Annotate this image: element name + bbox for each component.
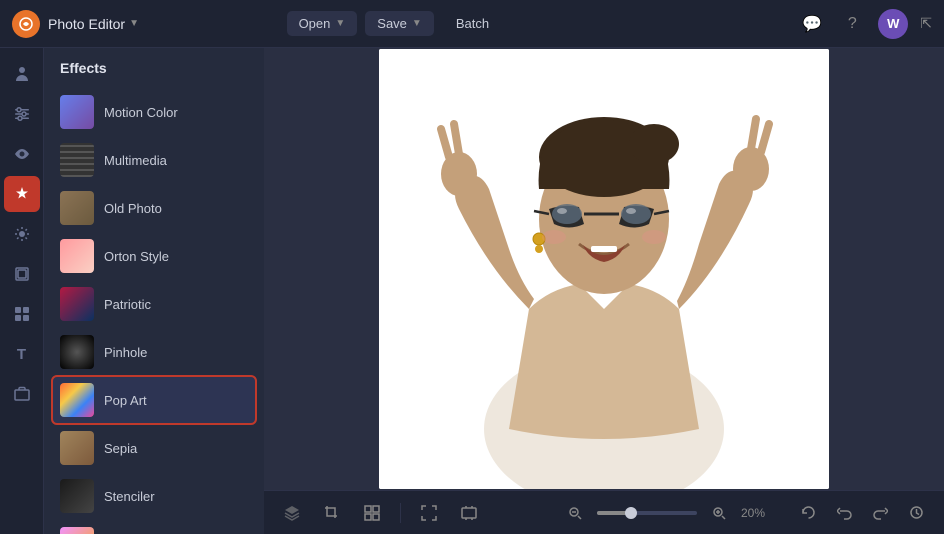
- effect-item-old-photo[interactable]: Old Photo: [52, 184, 256, 232]
- effect-item-sepia[interactable]: Sepia: [52, 424, 256, 472]
- effect-thumb-summer: [60, 527, 94, 534]
- sidebar-person-btn[interactable]: [4, 56, 40, 92]
- zoom-in-btn[interactable]: [703, 497, 735, 529]
- sidebar-eye-btn[interactable]: [4, 136, 40, 172]
- effect-item-pinhole[interactable]: Pinhole: [52, 328, 256, 376]
- effect-item-pop-art[interactable]: Pop Art: [52, 376, 256, 424]
- effect-item-patriotic[interactable]: Patriotic: [52, 280, 256, 328]
- effect-thumb-pop-art: [60, 383, 94, 417]
- effect-thumb-pinhole: [60, 335, 94, 369]
- app-logo: [12, 10, 40, 38]
- effect-thumb-old-photo: [60, 191, 94, 225]
- save-chevron: ▼: [412, 18, 422, 29]
- effect-item-stenciler[interactable]: Stenciler: [52, 472, 256, 520]
- effect-item-summer[interactable]: Summer: [52, 520, 256, 534]
- redo-btn[interactable]: [864, 497, 896, 529]
- canvas-content: [264, 48, 944, 490]
- effect-item-multimedia[interactable]: Multimedia: [52, 136, 256, 184]
- grid-toolbar-btn[interactable]: [356, 497, 388, 529]
- zoom-value: 20%: [741, 506, 776, 520]
- open-button[interactable]: Open ▼: [287, 11, 358, 36]
- fit-btn[interactable]: [453, 497, 485, 529]
- zoom-slider-fill: [597, 511, 627, 515]
- history-controls: [792, 497, 932, 529]
- toolbar-sep-1: [400, 503, 401, 523]
- open-chevron: ▼: [335, 18, 345, 29]
- effect-thumb-sepia: [60, 431, 94, 465]
- effect-thumb-orton-style: [60, 239, 94, 273]
- zoom-slider-container: [597, 511, 697, 515]
- effect-name-motion-color: Motion Color: [104, 105, 178, 120]
- app-name-button[interactable]: Photo Editor ▼: [48, 16, 139, 32]
- save-button[interactable]: Save ▼: [365, 11, 434, 36]
- effect-thumb-stenciler: [60, 479, 94, 513]
- effects-panel-title: Effects: [44, 48, 264, 84]
- effect-name-patriotic: Patriotic: [104, 297, 151, 312]
- sidebar-text-btn[interactable]: T: [4, 336, 40, 372]
- help-icon-button[interactable]: ?: [838, 10, 866, 38]
- effect-name-old-photo: Old Photo: [104, 201, 162, 216]
- sidebar-effects-btn[interactable]: [4, 176, 40, 212]
- sidebar-magic-btn[interactable]: [4, 216, 40, 252]
- crop-toolbar-btn[interactable]: [316, 497, 348, 529]
- zoom-slider[interactable]: [597, 511, 697, 515]
- effect-thumb-motion-color: [60, 95, 94, 129]
- zoom-out-btn[interactable]: [559, 497, 591, 529]
- user-avatar[interactable]: W: [878, 9, 908, 39]
- history-btn[interactable]: [900, 497, 932, 529]
- header-right: 💬 ? W ⇱: [798, 9, 932, 39]
- layers-toolbar-btn[interactable]: [276, 497, 308, 529]
- expand-button[interactable]: ⇱: [920, 15, 932, 32]
- effects-list: Motion Color Multimedia Old Photo Orton …: [44, 84, 264, 534]
- photo-canvas: [379, 49, 829, 489]
- effect-thumb-multimedia: [60, 143, 94, 177]
- effect-name-sepia: Sepia: [104, 441, 137, 456]
- header: Photo Editor ▼ Open ▼ Save ▼ Batch 💬 ? W…: [0, 0, 944, 48]
- effect-name-stenciler: Stenciler: [104, 489, 155, 504]
- effects-panel: Effects Motion Color Multimedia Old Phot…: [44, 48, 264, 534]
- effect-item-motion-color[interactable]: Motion Color: [52, 88, 256, 136]
- effect-name-pop-art: Pop Art: [104, 393, 147, 408]
- sidebar-group-btn[interactable]: [4, 296, 40, 332]
- app-name-chevron: ▼: [129, 18, 139, 29]
- sidebar-shapes-btn[interactable]: [4, 376, 40, 412]
- zoom-controls: 20%: [559, 497, 776, 529]
- effect-name-orton-style: Orton Style: [104, 249, 169, 264]
- chat-icon-button[interactable]: 💬: [798, 10, 826, 38]
- effect-thumb-patriotic: [60, 287, 94, 321]
- reset-btn[interactable]: [792, 497, 824, 529]
- fullscreen-btn[interactable]: [413, 497, 445, 529]
- canvas-area: 20%: [264, 48, 944, 534]
- icon-sidebar: T: [0, 48, 44, 534]
- effect-name-multimedia: Multimedia: [104, 153, 167, 168]
- sidebar-layers-btn[interactable]: [4, 256, 40, 292]
- effect-item-orton-style[interactable]: Orton Style: [52, 232, 256, 280]
- bottom-toolbar: 20%: [264, 490, 944, 534]
- sidebar-adjust-btn[interactable]: [4, 96, 40, 132]
- effect-name-pinhole: Pinhole: [104, 345, 147, 360]
- batch-button[interactable]: Batch: [442, 11, 503, 36]
- main-layout: T Effects Motion Color Multimedia Old Ph…: [0, 48, 944, 534]
- zoom-slider-thumb: [625, 507, 637, 519]
- header-center-actions: Open ▼ Save ▼ Batch: [287, 11, 504, 36]
- undo-btn[interactable]: [828, 497, 860, 529]
